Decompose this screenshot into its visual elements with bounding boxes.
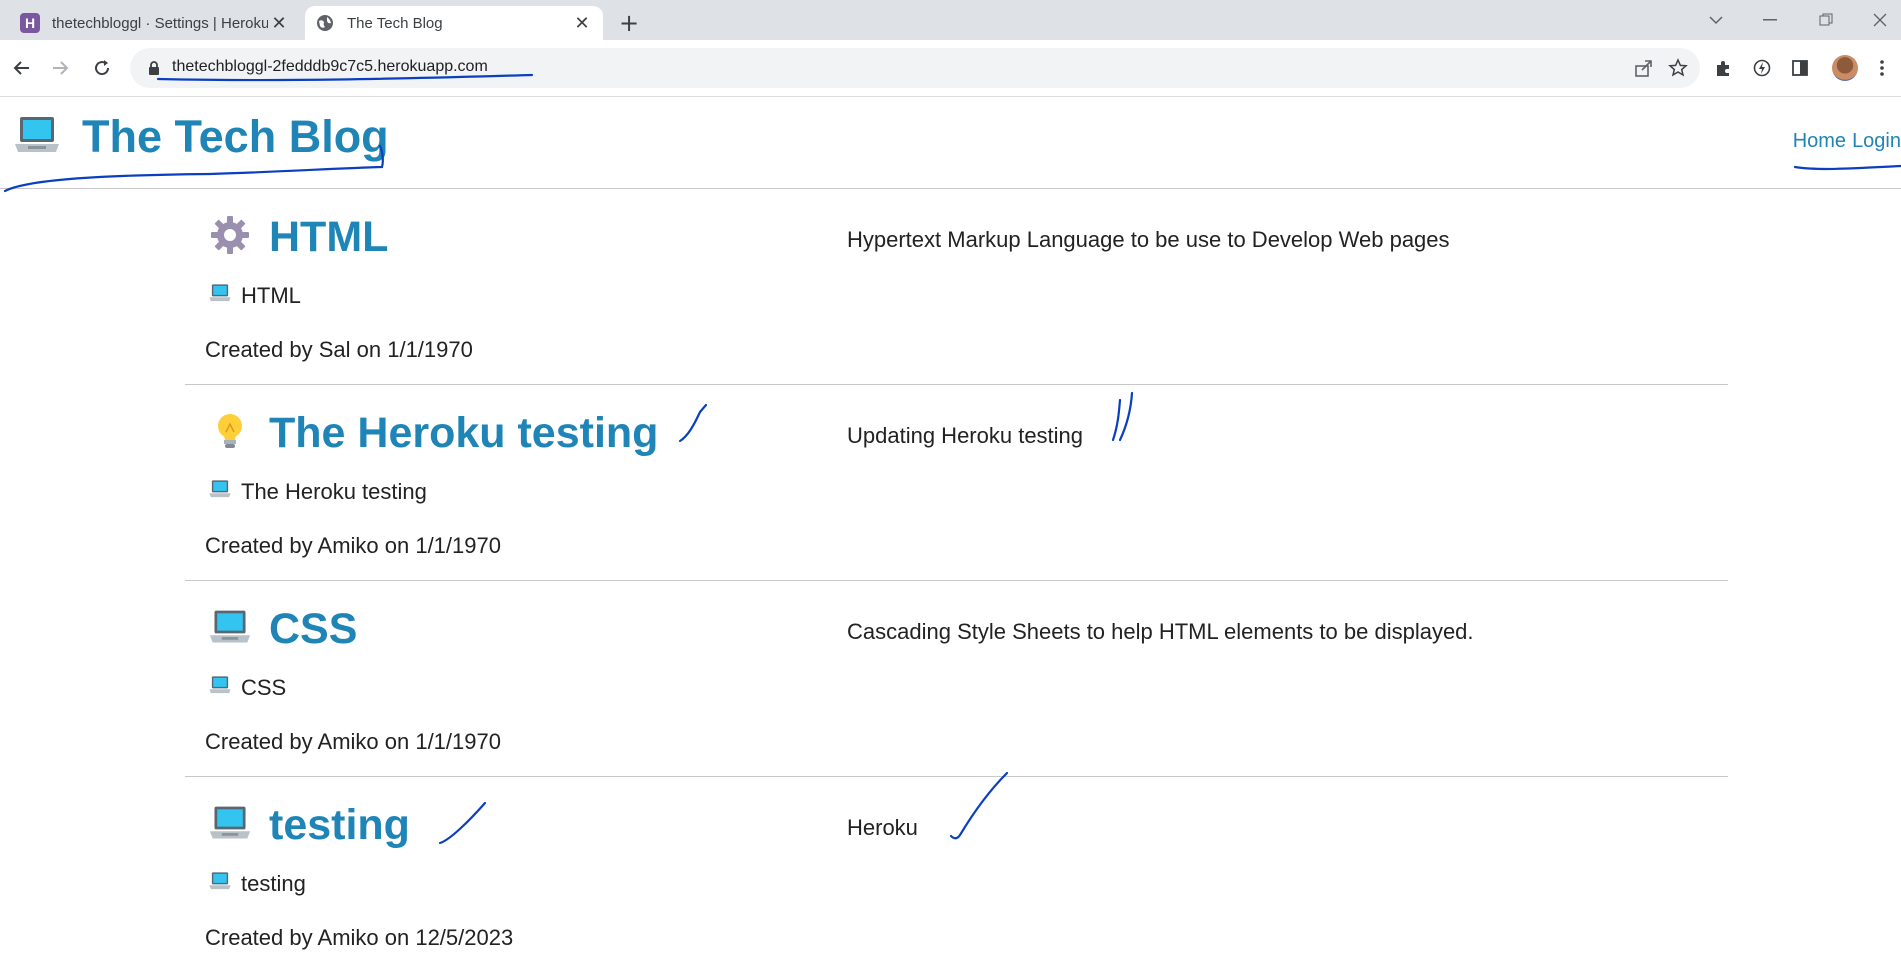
post-subtitle: CSS: [209, 675, 286, 701]
laptop-icon: [209, 479, 231, 505]
post-title[interactable]: The Heroku testing: [209, 409, 658, 458]
post-meta: Created by Amiko on 1/1/1970: [205, 533, 501, 558]
post-body: Heroku: [847, 815, 918, 840]
laptop-icon: [209, 871, 231, 897]
post-subtitle: The Heroku testing: [209, 479, 427, 505]
close-icon[interactable]: ✕: [571, 12, 593, 34]
post-subtitle: testing: [209, 871, 306, 897]
tab-heroku-settings[interactable]: H thetechbloggl · Settings | Heroku ✕: [10, 6, 300, 40]
tab-title: The Tech Blog: [347, 14, 443, 32]
post-card[interactable]: testing testing Created by Amiko on 12/5…: [185, 777, 1728, 972]
forward-button[interactable]: [44, 52, 76, 84]
address-bar[interactable]: thetechbloggl-2fedddb9c7c5.herokuapp.com: [130, 48, 1700, 88]
post-subtitle-text: The Heroku testing: [241, 479, 427, 504]
post-card[interactable]: The Heroku testing The Heroku testing Cr…: [185, 385, 1728, 581]
post-title-text[interactable]: CSS: [269, 605, 357, 654]
nav-home-link[interactable]: Home: [1793, 130, 1846, 152]
reload-button[interactable]: [86, 52, 118, 84]
bookmark-star-icon[interactable]: [1666, 56, 1690, 80]
laptop-icon: [209, 804, 251, 847]
lightbulb-icon: [209, 410, 251, 457]
close-window-button[interactable]: [1858, 6, 1901, 34]
post-body: Cascading Style Sheets to help HTML elem…: [847, 619, 1474, 644]
laptop-icon: [209, 283, 231, 309]
post-title[interactable]: HTML: [209, 213, 388, 262]
tab-search-icon[interactable]: [1694, 6, 1738, 34]
post-title-text[interactable]: testing: [269, 801, 410, 850]
post-subtitle-text: testing: [241, 871, 306, 896]
post-title[interactable]: testing: [209, 801, 410, 850]
post-body: Updating Heroku testing: [847, 423, 1084, 448]
heroku-icon: H: [20, 13, 40, 33]
profile-avatar[interactable]: [1832, 55, 1858, 81]
post-subtitle: HTML: [209, 283, 301, 309]
gear-icon: [209, 214, 251, 261]
extensions-icon[interactable]: [1708, 52, 1740, 84]
laptop-icon: [209, 608, 251, 651]
close-icon[interactable]: ✕: [268, 12, 290, 34]
globe-icon: [315, 13, 335, 33]
post-meta: Created by Sal on 1/1/1970: [205, 337, 473, 362]
nav-login-link[interactable]: Login: [1852, 130, 1901, 152]
browser-toolbar: thetechbloggl-2fedddb9c7c5.herokuapp.com: [0, 40, 1901, 97]
post-list: HTML HTML Created by Sal on 1/1/1970 Hyp…: [185, 189, 1728, 972]
post-meta: Created by Amiko on 12/5/2023: [205, 925, 514, 950]
new-tab-button[interactable]: +: [614, 8, 644, 38]
post-card[interactable]: CSS CSS Created by Amiko on 1/1/1970 Cas…: [185, 581, 1728, 777]
post-meta: Created by Amiko on 1/1/1970: [205, 729, 501, 754]
lock-icon[interactable]: [146, 60, 162, 76]
tab-tech-blog[interactable]: The Tech Blog ✕: [305, 6, 603, 40]
laptop-icon: [14, 115, 60, 160]
tab-title: thetechbloggl · Settings | Heroku: [52, 14, 268, 32]
page-content: The Tech Blog Home Login HTML HTML Create…: [0, 97, 1901, 966]
post-title-text[interactable]: HTML: [269, 213, 388, 262]
url-text[interactable]: thetechbloggl-2fedddb9c7c5.herokuapp.com: [172, 58, 488, 76]
post-title[interactable]: CSS: [209, 605, 357, 654]
restore-button[interactable]: [1804, 6, 1848, 34]
laptop-icon: [209, 675, 231, 701]
performance-icon[interactable]: [1746, 52, 1778, 84]
site-title[interactable]: The Tech Blog: [14, 111, 389, 163]
minimize-button[interactable]: [1748, 6, 1792, 34]
back-button[interactable]: [6, 52, 38, 84]
site-nav: Home Login: [1787, 130, 1901, 153]
post-card[interactable]: HTML HTML Created by Sal on 1/1/1970 Hyp…: [185, 189, 1728, 385]
site-title-text[interactable]: The Tech Blog: [82, 111, 389, 163]
share-icon[interactable]: [1632, 56, 1656, 80]
menu-kebab-icon[interactable]: [1866, 52, 1898, 84]
post-subtitle-text: CSS: [241, 675, 287, 700]
site-header: The Tech Blog Home Login: [0, 97, 1901, 189]
post-body: Hypertext Markup Language to be use to D…: [847, 227, 1450, 252]
tab-strip: H thetechbloggl · Settings | Heroku ✕ Th…: [0, 0, 1901, 40]
post-subtitle-text: HTML: [241, 283, 301, 308]
post-title-text[interactable]: The Heroku testing: [269, 409, 658, 458]
side-panel-icon[interactable]: [1784, 52, 1816, 84]
